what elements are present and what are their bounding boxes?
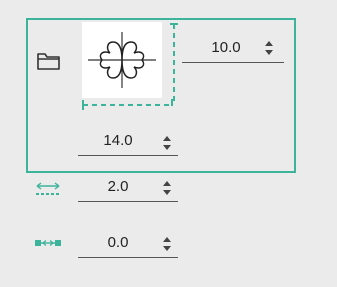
up-down-spinner-icon[interactable]: [264, 39, 274, 57]
up-down-spinner-icon[interactable]: [162, 179, 172, 197]
width-field[interactable]: 10.0: [182, 37, 284, 63]
width-value: 10.0: [211, 39, 241, 56]
padding-value: 0.0: [107, 234, 129, 251]
spacing-underline: [78, 201, 178, 202]
width-underline: [182, 62, 284, 63]
width-guide: [82, 99, 173, 110]
up-down-spinner-icon[interactable]: [162, 235, 172, 253]
height-value: 14.0: [103, 132, 133, 149]
padding-field[interactable]: 0.0: [78, 232, 178, 258]
horizontal-padding-icon: [35, 240, 61, 246]
shape-preview[interactable]: [82, 22, 162, 98]
height-underline: [78, 155, 178, 156]
four-leaf-clover-icon: [88, 32, 156, 88]
shape-settings-panel: 10.0 14.0 2.0 0.0: [0, 0, 337, 287]
padding-underline: [78, 257, 178, 258]
up-down-spinner-icon[interactable]: [162, 134, 172, 152]
height-field[interactable]: 14.0: [78, 130, 178, 156]
height-guide: [170, 23, 178, 104]
spacing-field[interactable]: 2.0: [78, 176, 178, 202]
folder-icon[interactable]: [36, 50, 62, 72]
horizontal-spacing-icon: [36, 182, 60, 195]
spacing-value: 2.0: [107, 178, 129, 195]
